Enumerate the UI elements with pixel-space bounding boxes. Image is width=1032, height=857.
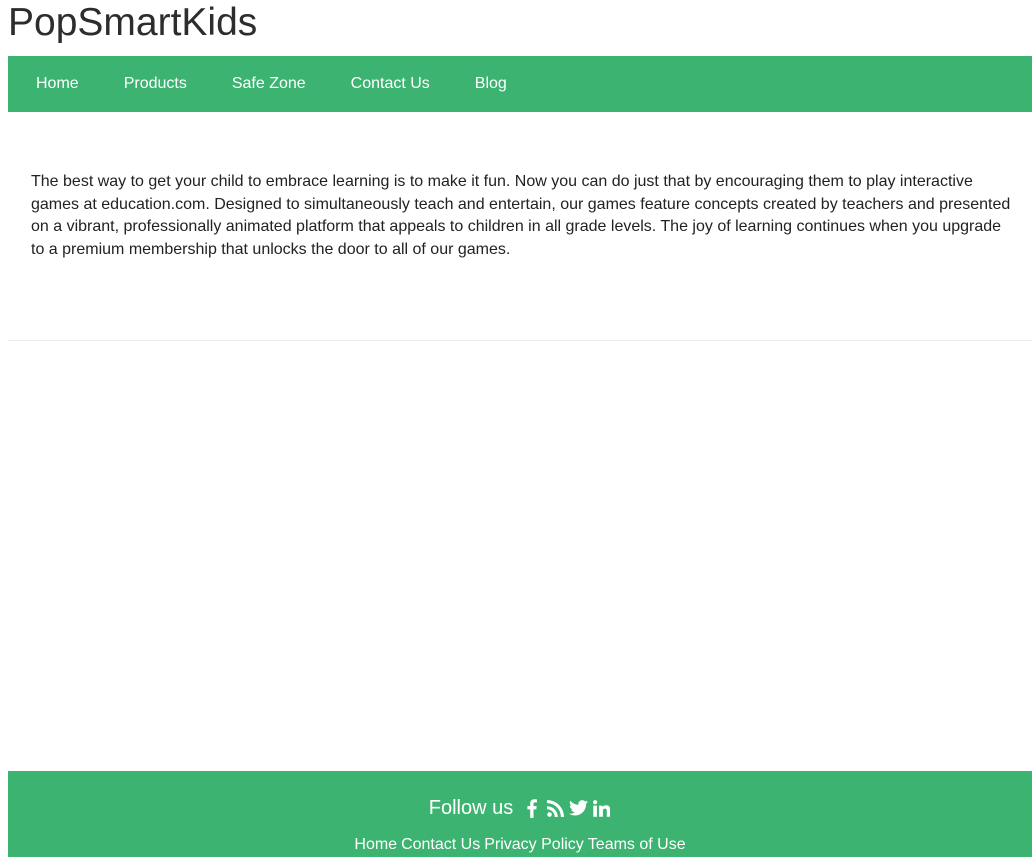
site-title: PopSmartKids	[8, 1, 258, 44]
main-navbar: Home Products Safe Zone Contact Us Blog	[8, 56, 1032, 112]
nav-blog[interactable]: Blog	[475, 75, 507, 93]
footer-link-privacy-policy[interactable]: Privacy Policy	[484, 835, 584, 855]
nav-home[interactable]: Home	[36, 75, 79, 93]
intro-paragraph: The best way to get your child to embrac…	[31, 173, 1011, 258]
page: PopSmartKids Home Products Safe Zone Con…	[0, 0, 1032, 857]
twitter-icon[interactable]	[568, 797, 588, 819]
nav-safe-zone[interactable]: Safe Zone	[232, 75, 306, 93]
footer-link-contact-us[interactable]: Contact Us	[401, 835, 480, 855]
rss-icon[interactable]	[545, 797, 565, 819]
follow-us-label: Follow us	[428, 797, 514, 819]
follow-us-row: Follow us	[8, 795, 1032, 821]
footer-link-home[interactable]: Home	[354, 835, 397, 855]
nav-contact-us[interactable]: Contact Us	[351, 75, 430, 93]
footer-link-terms-of-use[interactable]: Teams of Use	[588, 835, 686, 855]
nav-products[interactable]: Products	[124, 75, 187, 93]
content-divider	[8, 340, 1032, 341]
footer-links: Home Contact Us Privacy Policy Teams of …	[8, 835, 1032, 855]
linkedin-icon[interactable]	[591, 797, 611, 819]
facebook-icon[interactable]	[522, 797, 542, 819]
site-footer: Follow us Home Contact Us Privacy Policy…	[8, 771, 1032, 857]
